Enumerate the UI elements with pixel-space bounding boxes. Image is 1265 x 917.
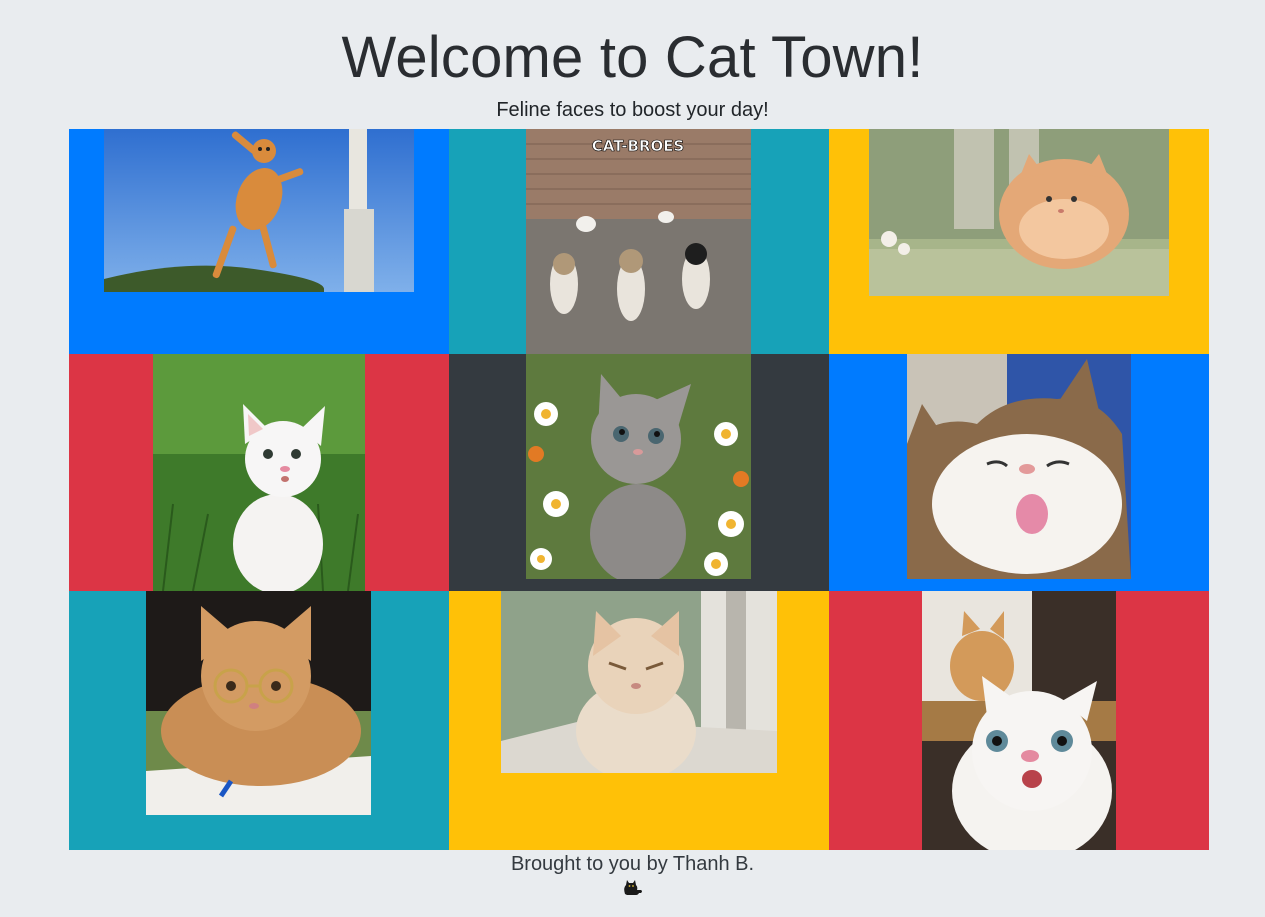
cat-broes-caption: CAT-BROES — [592, 137, 685, 155]
white-kitten-grass-photo — [153, 354, 365, 591]
grumpy-cat-window-photo — [501, 591, 777, 773]
black-cat-icon — [622, 876, 644, 901]
tongue-out-cat-photo — [907, 354, 1131, 579]
surprised-cat-selfie-photo — [922, 591, 1116, 850]
page-title: Welcome to Cat Town! — [341, 25, 924, 90]
gallery-tile-7 — [69, 591, 449, 850]
gallery-tile-6 — [829, 354, 1209, 591]
footer-credit: Brought to you by Thanh B. — [510, 853, 755, 875]
grey-kitten-daisies-photo — [526, 354, 751, 579]
round-ginger-cat-photo — [869, 129, 1169, 296]
page: Welcome to Cat Town! Feline faces to boo… — [0, 0, 1265, 917]
gallery-tile-3 — [829, 129, 1209, 354]
gallery-tile-9 — [829, 591, 1209, 850]
cat-broes-photo: CAT-BROES — [526, 129, 751, 354]
gallery-tile-2: CAT-BROES — [449, 129, 829, 354]
footer-icon-container — [0, 876, 1265, 901]
cat-gallery: CAT-BROES — [69, 129, 1209, 850]
gallery-tile-4 — [69, 354, 449, 591]
gallery-tile-1 — [69, 129, 449, 354]
gallery-tile-5 — [449, 354, 829, 591]
page-subtitle: Feline faces to boost your day! — [496, 99, 769, 121]
cat-with-glasses-photo — [146, 591, 371, 815]
leaping-cat-photo — [104, 129, 414, 292]
gallery-tile-8 — [449, 591, 829, 850]
